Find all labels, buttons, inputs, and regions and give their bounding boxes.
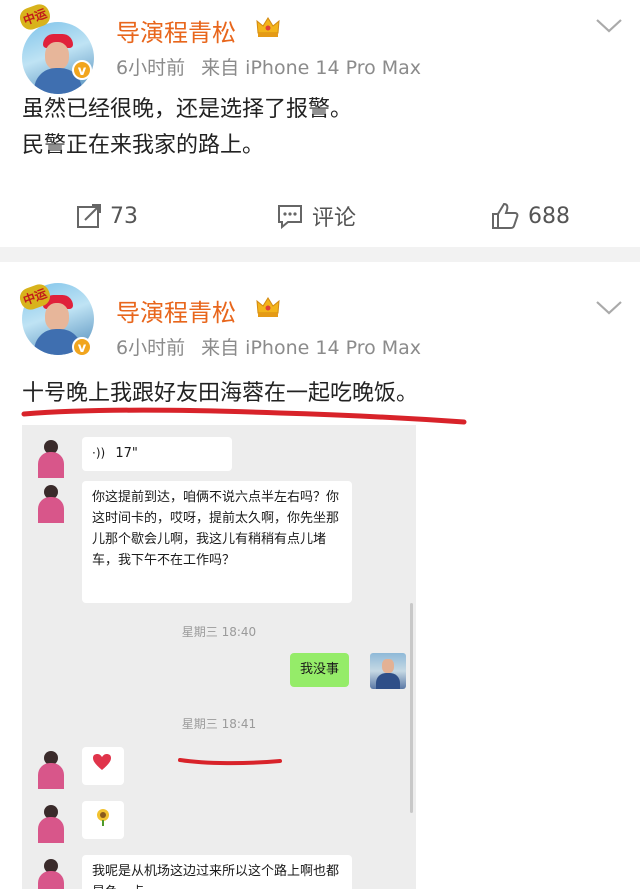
chevron-down-icon[interactable] bbox=[594, 16, 624, 36]
repost-button[interactable]: 73 bbox=[76, 200, 138, 232]
username[interactable]: 导演程青松 bbox=[116, 293, 236, 328]
friend-avatar bbox=[32, 803, 72, 843]
heart-icon bbox=[93, 754, 111, 770]
my-avatar bbox=[370, 653, 406, 689]
chat-screenshot: ⋅)) 17" 你这提前到达，咱俩不说六点半左右吗？你这时间卡的，哎呀，提前太久… bbox=[22, 425, 416, 889]
flower-emoji-icon bbox=[97, 809, 109, 826]
voice-duration: 17" bbox=[115, 446, 138, 461]
weibo-post-2: 中运 v 导演程青松 6小时前 来自 iPhone 14 Pro Max 十号晚… bbox=[0, 262, 640, 889]
weibo-post-1: 中运 v 导演程青松 6小时前 来自 iPhone 14 Pro Max 虽然已… bbox=[0, 0, 640, 247]
my-reply-bubble: 我没事 bbox=[290, 653, 350, 687]
verified-badge-icon: v bbox=[72, 60, 92, 80]
comment-icon bbox=[278, 205, 302, 229]
username[interactable]: 导演程青松 bbox=[116, 13, 236, 48]
post-source: 来自 iPhone 14 Pro Max bbox=[201, 337, 422, 359]
heart-sticker-message bbox=[82, 747, 124, 785]
friend-avatar bbox=[32, 749, 72, 789]
chat-scrollbar[interactable] bbox=[410, 603, 413, 813]
post-time: 6小时前 bbox=[116, 337, 186, 359]
chat-timestamp: 星期三 18:41 bbox=[181, 717, 257, 731]
chevron-down-icon[interactable] bbox=[594, 298, 624, 318]
message-bubble: 我呢是从机场这边过来所以这个路上啊也都是争一点 bbox=[82, 855, 352, 889]
comment-button[interactable]: 评论 bbox=[276, 200, 356, 232]
post-text-line-2: 民警正在来我家的路上。 bbox=[22, 133, 265, 158]
chat-timestamp: 星期三 18:40 bbox=[181, 625, 257, 639]
post-time: 6小时前 bbox=[116, 57, 186, 79]
emoji-sticker-message bbox=[82, 801, 124, 839]
post-text: 虽然已经很晚，还是选择了报警。 民警正在来我家的路上。 bbox=[22, 92, 352, 164]
like-count: 688 bbox=[528, 203, 570, 229]
comment-label: 评论 bbox=[312, 206, 357, 231]
crown-icon bbox=[256, 297, 280, 317]
friend-avatar bbox=[32, 438, 72, 478]
post-meta: 6小时前 来自 iPhone 14 Pro Max bbox=[116, 53, 431, 80]
friend-avatar bbox=[32, 483, 72, 523]
message-bubble: 你这提前到达，咱俩不说六点半左右吗？你这时间卡的，哎呀，提前太久啊，你先坐那儿那… bbox=[82, 481, 352, 603]
like-button[interactable]: 688 bbox=[490, 200, 570, 232]
red-underline-annotation bbox=[178, 758, 282, 766]
friend-avatar bbox=[32, 857, 72, 889]
verified-badge-icon: v bbox=[72, 337, 92, 357]
thumbs-up-icon bbox=[492, 202, 519, 229]
voice-message[interactable]: ⋅)) 17" bbox=[82, 437, 232, 471]
repost-count: 73 bbox=[110, 203, 138, 229]
voice-wave-icon: ⋅)) bbox=[92, 446, 106, 460]
post-text-line-1: 虽然已经很晚，还是选择了报警。 bbox=[22, 97, 353, 122]
post-meta: 6小时前 来自 iPhone 14 Pro Max bbox=[116, 333, 431, 360]
post-source: 来自 iPhone 14 Pro Max bbox=[201, 57, 422, 79]
repost-icon bbox=[77, 204, 101, 228]
user-avatar[interactable] bbox=[22, 22, 94, 94]
crown-icon bbox=[256, 17, 280, 37]
